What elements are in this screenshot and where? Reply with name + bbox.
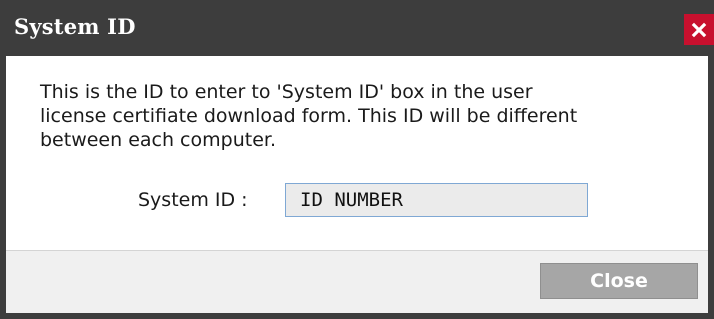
- system-id-field[interactable]: [285, 183, 588, 217]
- dialog-content: This is the ID to enter to 'System ID' b…: [6, 56, 708, 250]
- info-message: This is the ID to enter to 'System ID' b…: [40, 81, 578, 151]
- close-icon[interactable]: [684, 14, 714, 45]
- dialog-title: System ID: [14, 13, 136, 39]
- close-button[interactable]: Close: [540, 263, 698, 299]
- system-id-row: System ID :: [6, 181, 708, 221]
- dialog-footer: Close: [6, 250, 708, 313]
- titlebar: System ID: [6, 0, 714, 56]
- system-id-dialog: System ID This is the ID to enter to 'Sy…: [0, 0, 714, 319]
- system-id-label: System ID :: [138, 189, 248, 211]
- close-icon-glyph: [691, 22, 707, 37]
